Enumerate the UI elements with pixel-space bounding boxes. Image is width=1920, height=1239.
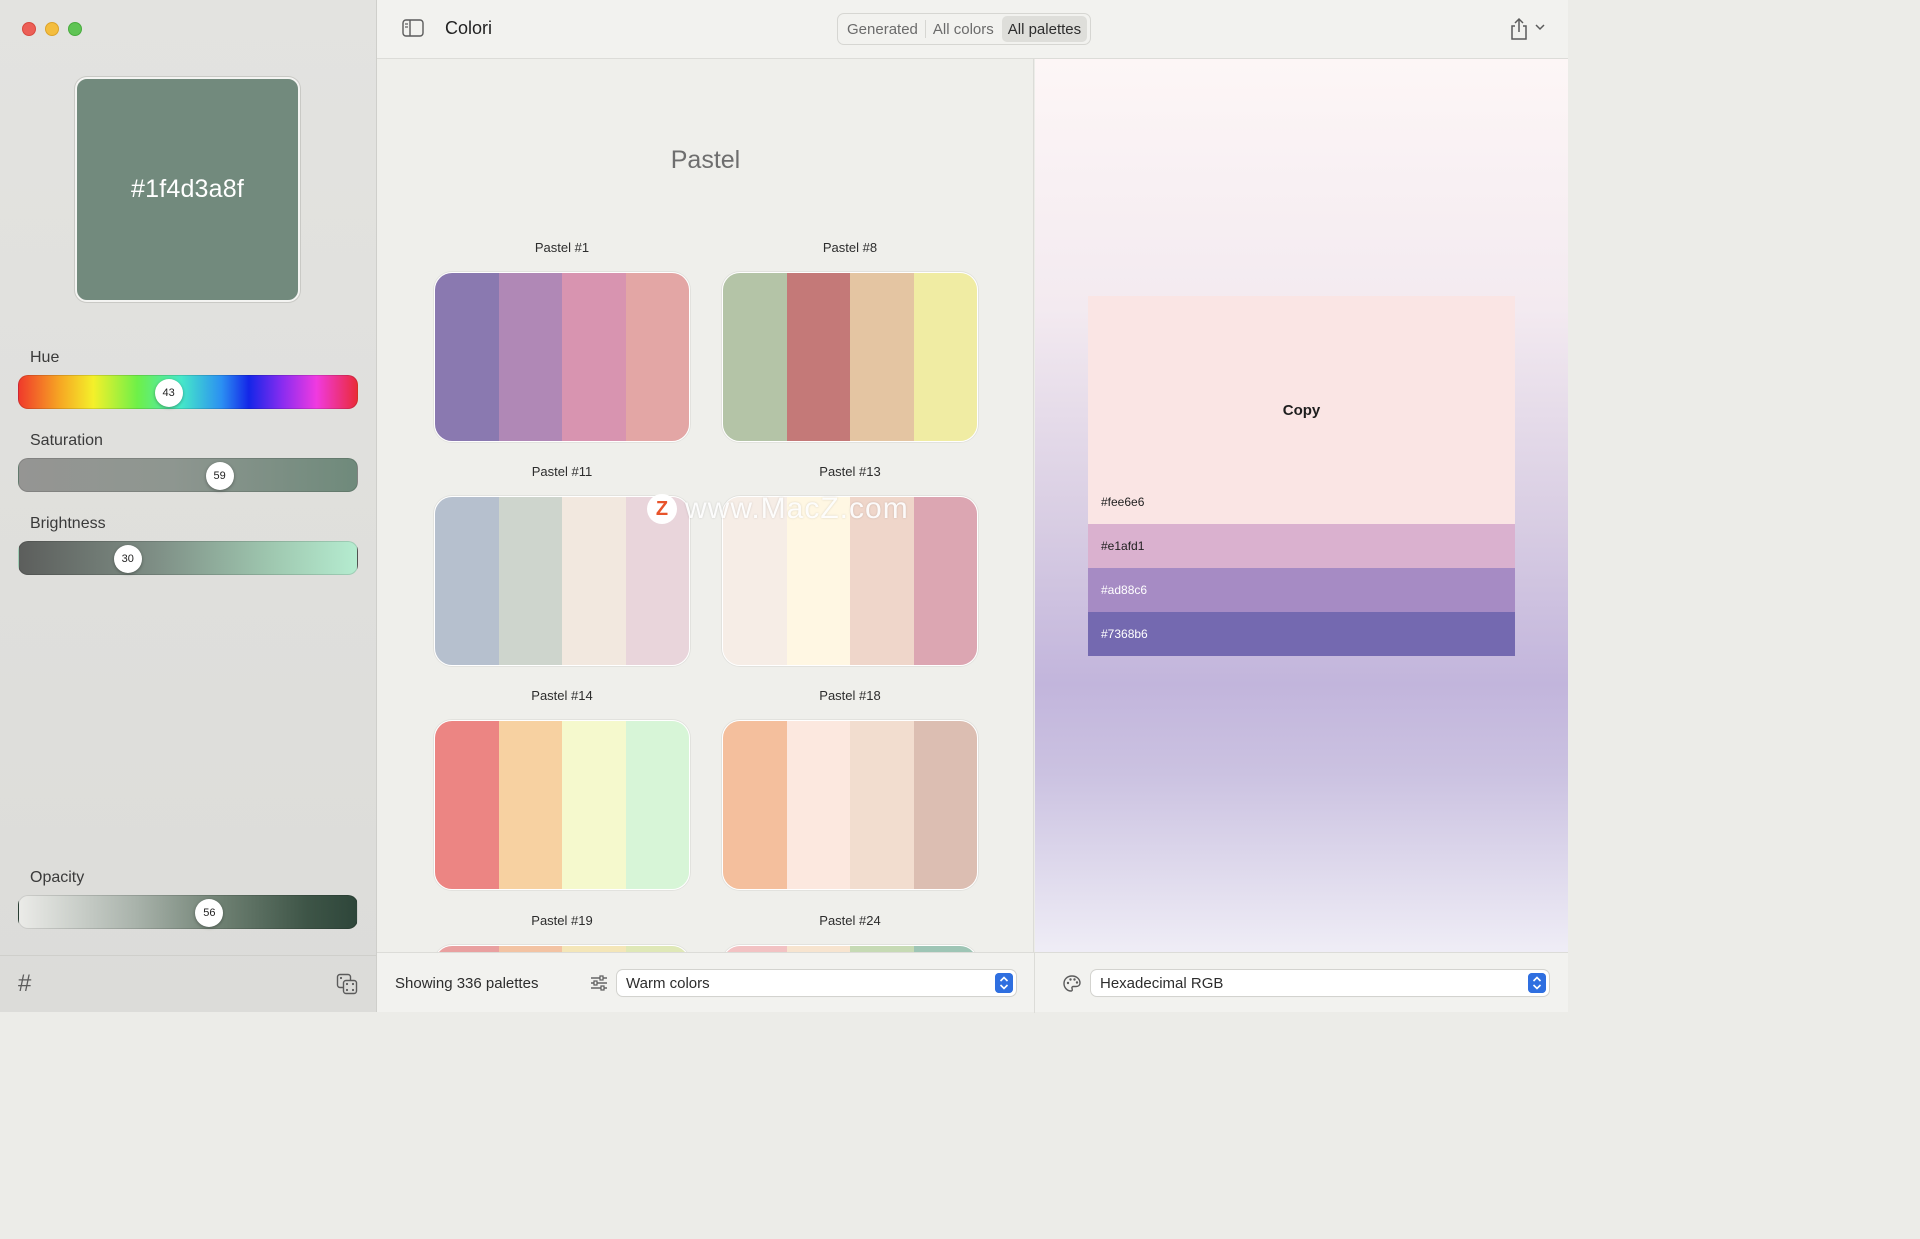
view-segmented-control: Generated All colors All palettes: [837, 13, 1092, 45]
palette-swatch: [786, 273, 850, 441]
filter-sliders-icon[interactable]: [590, 975, 608, 991]
share-icon[interactable]: [1509, 17, 1529, 41]
segment-divider: [924, 20, 926, 38]
color-hex-label: #1f4d3a8f: [130, 175, 245, 203]
swatch-hex-row[interactable]: #ad88c6: [1088, 568, 1515, 612]
palette-swatch: [435, 497, 499, 665]
bottom-bar: Showing 336 palettes Warm colors Hexadec…: [377, 952, 1568, 1013]
brightness-label: Brightness: [30, 515, 106, 532]
palette-swatch: [913, 497, 977, 665]
section-title: Pastel: [670, 146, 741, 174]
stepper-icon: [1528, 973, 1546, 993]
tab-all-colors[interactable]: All colors: [927, 16, 1000, 42]
dice-icon[interactable]: [336, 973, 358, 995]
palette-detail-pane: Copy #fee6e6 #e1afd1 #ad88c6 #7368b6: [1035, 59, 1568, 952]
palette-name: Pastel #11: [531, 464, 593, 479]
swatch-hex-row[interactable]: #fee6e6: [1088, 480, 1515, 524]
palette-swatch: [913, 721, 977, 889]
color-format-value: Hexadecimal RGB: [1100, 974, 1224, 992]
chevron-down-icon[interactable]: [1535, 23, 1545, 31]
palette-swatch: [498, 721, 562, 889]
palette-swatch: [625, 721, 689, 889]
palette-swatch: [625, 273, 689, 441]
palette-name: Pastel #8: [822, 240, 878, 255]
palette-name: Pastel #1: [534, 240, 590, 255]
palette-detail-card: Copy #fee6e6 #e1afd1 #ad88c6 #7368b6: [1088, 296, 1515, 656]
watermark-text: www.MacZ.com: [685, 492, 909, 525]
palette-swatch: [498, 273, 562, 441]
palette-swatch: [562, 721, 626, 889]
palette-swatch: [435, 721, 499, 889]
brightness-slider-knob[interactable]: 30: [113, 545, 142, 573]
palette-swatch: [435, 273, 499, 441]
swatch-hex-row[interactable]: #e1afd1: [1088, 524, 1515, 568]
hash-icon[interactable]: #: [18, 970, 31, 998]
palette-swatch: [562, 497, 626, 665]
palette-swatch: [786, 721, 850, 889]
zoom-window-button[interactable]: [68, 22, 82, 36]
sidebar: #1f4d3a8f Hue 43 Saturation 59 Brightnes…: [0, 0, 377, 1012]
pane-divider: [1034, 953, 1035, 1013]
saturation-label: Saturation: [30, 432, 103, 449]
palette-card[interactable]: [722, 272, 978, 442]
palette-filter-value: Warm colors: [626, 974, 710, 992]
palette-card[interactable]: [434, 272, 690, 442]
hue-slider-knob[interactable]: 43: [154, 379, 183, 407]
palette-name: Pastel #13: [819, 464, 881, 479]
palette-swatch: [723, 721, 787, 889]
copy-swatch[interactable]: Copy #fee6e6: [1088, 296, 1515, 524]
palette-card[interactable]: [722, 945, 978, 952]
opacity-slider[interactable]: 56: [18, 895, 358, 929]
palette-swatch: [850, 273, 914, 441]
palette-name: Pastel #24: [819, 913, 881, 928]
opacity-label: Opacity: [30, 869, 85, 886]
toolbar: Colori Generated All colors All palettes: [377, 0, 1568, 59]
palette-count-text: Showing 336 palettes: [395, 975, 539, 992]
palette-name: Pastel #19: [531, 913, 593, 928]
color-preview-swatch[interactable]: #1f4d3a8f: [75, 77, 300, 302]
close-window-button[interactable]: [22, 22, 36, 36]
stepper-icon: [995, 973, 1013, 993]
palette-card[interactable]: [434, 720, 690, 890]
watermark: Z www.MacZ.com: [647, 492, 909, 526]
app-title: Colori: [445, 18, 493, 38]
opacity-slider-knob[interactable]: 56: [195, 899, 224, 927]
palette-swatch: [850, 721, 914, 889]
swatch-hex-row[interactable]: #7368b6: [1088, 612, 1515, 656]
copy-label[interactable]: Copy: [1283, 402, 1321, 419]
palette-swatch: [723, 273, 787, 441]
palette-name: Pastel #14: [531, 688, 593, 703]
tab-generated[interactable]: Generated: [841, 16, 924, 42]
color-format-select[interactable]: Hexadecimal RGB: [1091, 970, 1549, 996]
saturation-slider-knob[interactable]: 59: [205, 462, 234, 490]
saturation-slider[interactable]: 59: [18, 458, 358, 492]
tab-all-palettes[interactable]: All palettes: [1001, 16, 1088, 42]
palette-filter-select[interactable]: Warm colors: [617, 970, 1016, 996]
sidebar-toggle-icon[interactable]: [402, 19, 424, 37]
brightness-slider[interactable]: 30: [18, 541, 358, 575]
palette-swatch: [913, 273, 977, 441]
minimize-window-button[interactable]: [45, 22, 59, 36]
hue-slider[interactable]: 43: [18, 375, 358, 409]
palette-card[interactable]: [722, 720, 978, 890]
color-palette-icon: [1063, 975, 1081, 992]
watermark-logo: Z: [647, 494, 677, 524]
palette-card[interactable]: [434, 945, 690, 952]
palette-swatch: [562, 273, 626, 441]
palette-name: Pastel #18: [819, 688, 881, 703]
hue-label: Hue: [30, 349, 60, 366]
sidebar-footer: #: [0, 955, 377, 1012]
palette-swatch: [498, 497, 562, 665]
